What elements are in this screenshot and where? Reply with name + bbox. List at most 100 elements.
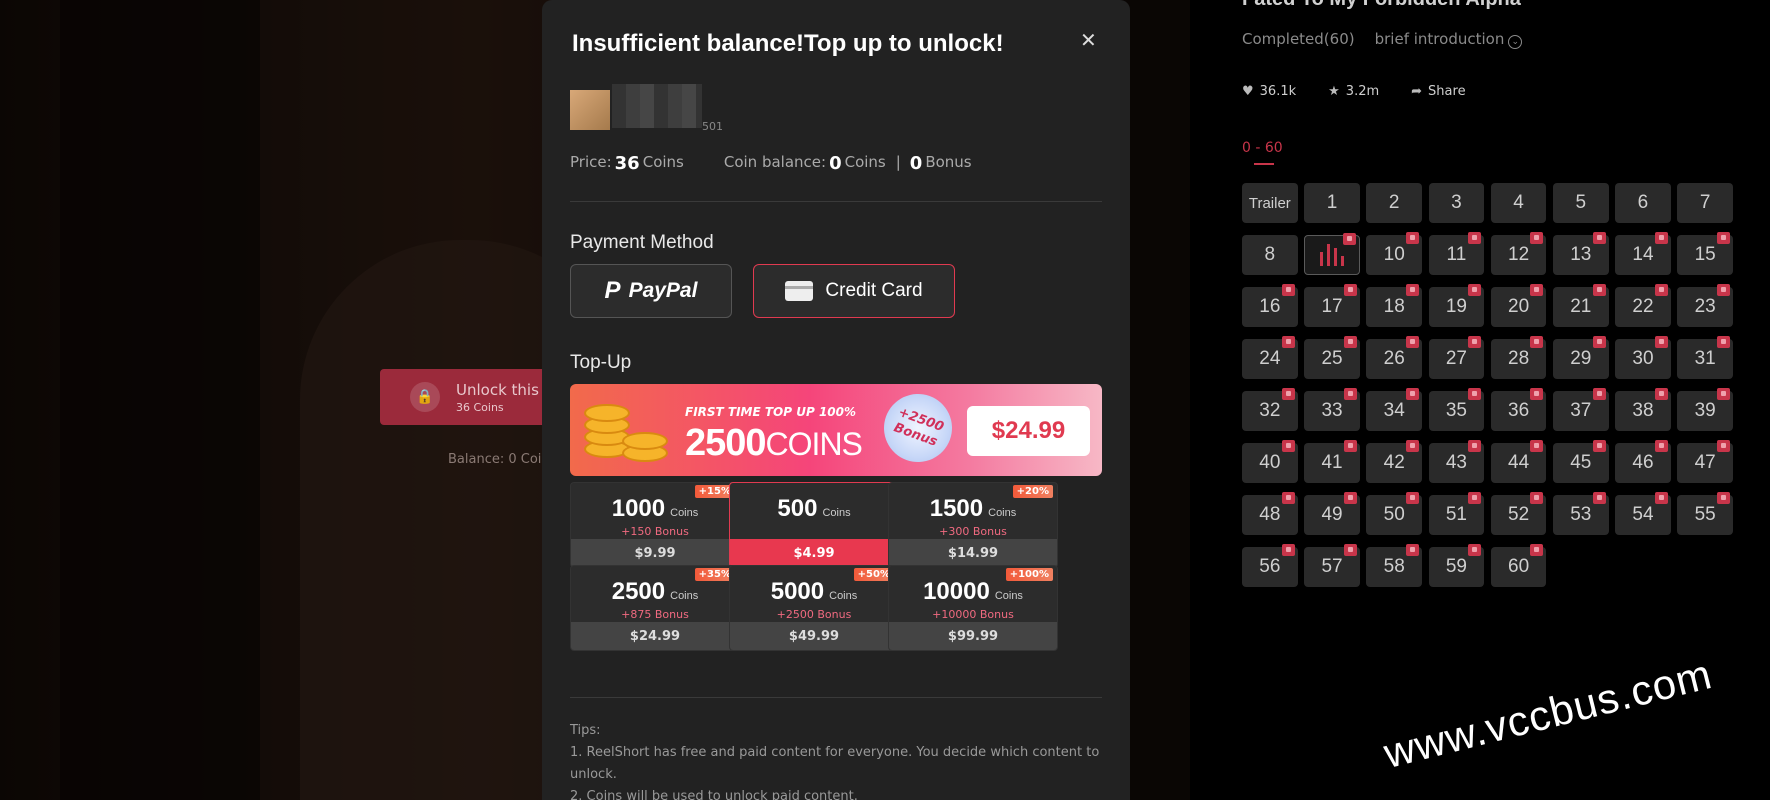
episode-24[interactable]: 24 bbox=[1242, 336, 1298, 379]
episode-17[interactable]: 17 bbox=[1304, 284, 1360, 327]
episode-32[interactable]: 32 bbox=[1242, 388, 1298, 431]
episode-29[interactable]: 29 bbox=[1552, 336, 1609, 379]
episode-21[interactable]: 21 bbox=[1552, 284, 1609, 327]
episode-12[interactable]: 12 bbox=[1490, 232, 1547, 275]
episode-label: 5 bbox=[1575, 192, 1587, 213]
coin-package-10000[interactable]: +100% 10000 Coins +10000 Bonus $99.99 bbox=[888, 565, 1058, 651]
episode-41[interactable]: 41 bbox=[1304, 440, 1360, 483]
episode-5[interactable]: 5 bbox=[1552, 183, 1609, 223]
episode-11[interactable]: 11 bbox=[1428, 232, 1485, 275]
first-topup-banner[interactable]: FIRST TIME TOP UP 100% 2500COINS +2500 B… bbox=[570, 384, 1102, 476]
like-button[interactable]: ♥ 36.1k bbox=[1242, 84, 1296, 99]
episode-44[interactable]: 44 bbox=[1490, 440, 1547, 483]
episode-13[interactable]: 13 bbox=[1552, 232, 1609, 275]
episode-label: 54 bbox=[1632, 504, 1654, 525]
lock-icon bbox=[1654, 492, 1668, 504]
user-id: 501 bbox=[702, 120, 723, 133]
episode-label: 2 bbox=[1388, 192, 1400, 213]
episode-1[interactable]: 1 bbox=[1304, 183, 1360, 223]
episode-label: 34 bbox=[1383, 400, 1405, 421]
lock-icon bbox=[1406, 492, 1420, 504]
episode-15[interactable]: 15 bbox=[1677, 232, 1733, 275]
episode-40[interactable]: 40 bbox=[1242, 440, 1298, 483]
episode-label: 46 bbox=[1632, 452, 1654, 473]
coin-package-5000[interactable]: +50% 5000 Coins +2500 Bonus $49.99 bbox=[729, 565, 899, 651]
tip-2: 2. Coins will be used to unlock paid con… bbox=[570, 789, 858, 800]
close-icon[interactable]: ✕ bbox=[1080, 28, 1097, 52]
episode-25[interactable]: 25 bbox=[1304, 336, 1360, 379]
episode-57[interactable]: 57 bbox=[1304, 544, 1360, 587]
credit-card-icon bbox=[785, 281, 814, 301]
episode-16[interactable]: 16 bbox=[1242, 284, 1298, 327]
episode-36[interactable]: 36 bbox=[1490, 388, 1547, 431]
price-unit: Coins bbox=[642, 153, 684, 171]
lock-icon bbox=[1406, 232, 1420, 244]
episode-33[interactable]: 33 bbox=[1304, 388, 1360, 431]
episode-23[interactable]: 23 bbox=[1677, 284, 1733, 327]
episode-38[interactable]: 38 bbox=[1615, 388, 1671, 431]
episode-43[interactable]: 43 bbox=[1428, 440, 1485, 483]
lock-icon bbox=[1654, 232, 1668, 244]
episode-2[interactable]: 2 bbox=[1366, 183, 1423, 223]
episode-14[interactable]: 14 bbox=[1615, 232, 1671, 275]
episode-30[interactable]: 30 bbox=[1615, 336, 1671, 379]
episode-39[interactable]: 39 bbox=[1677, 388, 1733, 431]
episode-27[interactable]: 27 bbox=[1428, 336, 1485, 379]
episode-56[interactable]: 56 bbox=[1242, 544, 1298, 587]
package-bonus: +875 Bonus bbox=[621, 608, 689, 621]
episode-26[interactable]: 26 bbox=[1366, 336, 1423, 379]
episode-20[interactable]: 20 bbox=[1490, 284, 1547, 327]
coin-package-2500[interactable]: +35% 2500 Coins +875 Bonus $24.99 bbox=[570, 565, 740, 651]
episode-trailer[interactable]: Trailer bbox=[1242, 183, 1298, 223]
episode-7[interactable]: 7 bbox=[1677, 183, 1733, 223]
episode-31[interactable]: 31 bbox=[1677, 336, 1733, 379]
episode-label: 32 bbox=[1259, 400, 1281, 421]
episode-46[interactable]: 46 bbox=[1615, 440, 1671, 483]
episode-3[interactable]: 3 bbox=[1428, 183, 1485, 223]
episode-35[interactable]: 35 bbox=[1428, 388, 1485, 431]
episode-22[interactable]: 22 bbox=[1615, 284, 1671, 327]
episode-label: 60 bbox=[1508, 556, 1530, 577]
coin-package-1000[interactable]: +15% 1000 Coins +150 Bonus $9.99 bbox=[570, 482, 740, 568]
episode-8[interactable]: 8 bbox=[1242, 235, 1298, 275]
episode-55[interactable]: 55 bbox=[1677, 492, 1733, 535]
episode-45[interactable]: 45 bbox=[1552, 440, 1609, 483]
favorite-button[interactable]: ★ 3.2m bbox=[1328, 84, 1379, 99]
lock-icon bbox=[1592, 492, 1606, 504]
episode-49[interactable]: 49 bbox=[1304, 492, 1360, 535]
episode-19[interactable]: 19 bbox=[1428, 284, 1485, 327]
episode-34[interactable]: 34 bbox=[1366, 388, 1423, 431]
episode-42[interactable]: 42 bbox=[1366, 440, 1423, 483]
credit-card-button[interactable]: Credit Card bbox=[753, 264, 955, 318]
share-button[interactable]: ➦ Share bbox=[1411, 84, 1465, 99]
episode-18[interactable]: 18 bbox=[1366, 284, 1423, 327]
lock-icon bbox=[1343, 388, 1357, 400]
episode-28[interactable]: 28 bbox=[1490, 336, 1547, 379]
episode-range-tab[interactable]: 0 - 60 bbox=[1242, 140, 1283, 156]
episode-50[interactable]: 50 bbox=[1366, 492, 1423, 535]
episode-37[interactable]: 37 bbox=[1552, 388, 1609, 431]
intro-link[interactable]: brief introduction ⌄ bbox=[1375, 30, 1523, 49]
paypal-button[interactable]: P PayPal bbox=[570, 264, 732, 318]
lock-icon bbox=[1592, 388, 1606, 400]
episode-10[interactable]: 10 bbox=[1366, 232, 1423, 275]
coin-package-1500[interactable]: +20% 1500 Coins +300 Bonus $14.99 bbox=[888, 482, 1058, 568]
episode-9[interactable] bbox=[1304, 233, 1360, 275]
unlock-episode-button[interactable]: 🔒 Unlock this 36 Coins bbox=[380, 369, 550, 425]
coin-package-500[interactable]: 500 Coins $4.99 bbox=[729, 482, 899, 568]
episode-47[interactable]: 47 bbox=[1677, 440, 1733, 483]
episode-label: 21 bbox=[1570, 296, 1592, 317]
episode-52[interactable]: 52 bbox=[1490, 492, 1547, 535]
episode-53[interactable]: 53 bbox=[1552, 492, 1609, 535]
episode-51[interactable]: 51 bbox=[1428, 492, 1485, 535]
episode-59[interactable]: 59 bbox=[1428, 544, 1485, 587]
episode-4[interactable]: 4 bbox=[1490, 183, 1547, 223]
episode-58[interactable]: 58 bbox=[1366, 544, 1423, 587]
episode-60[interactable]: 60 bbox=[1490, 544, 1547, 587]
episode-label: 3 bbox=[1451, 192, 1462, 213]
episode-54[interactable]: 54 bbox=[1615, 492, 1671, 535]
episode-label: 35 bbox=[1445, 400, 1467, 421]
package-price: $14.99 bbox=[889, 539, 1057, 567]
episode-6[interactable]: 6 bbox=[1615, 183, 1671, 223]
episode-48[interactable]: 48 bbox=[1242, 492, 1298, 535]
